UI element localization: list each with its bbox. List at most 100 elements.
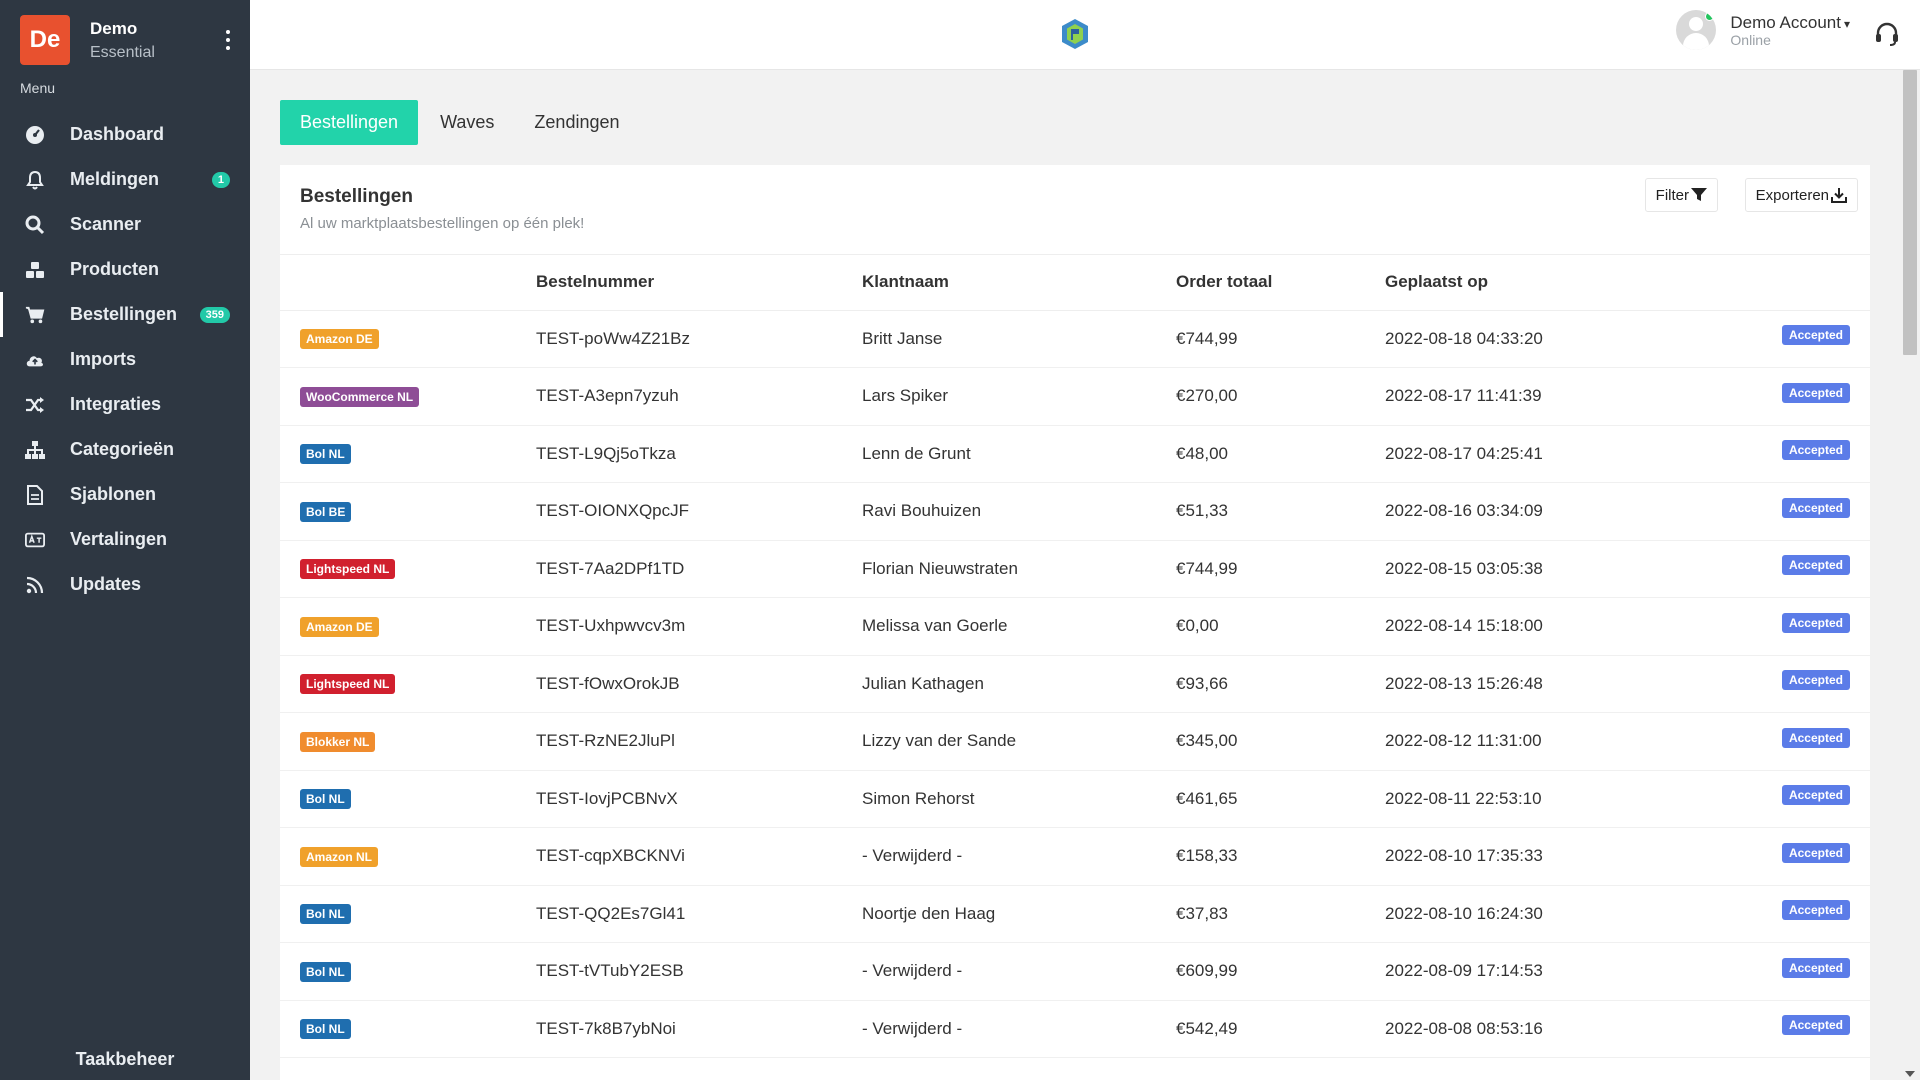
placed-on-cell: 2022-08-09 17:14:53 (1385, 942, 1705, 1001)
filter-button[interactable]: Filter (1644, 178, 1718, 212)
order-total-cell: €37,83 (1176, 885, 1385, 943)
bell-icon (25, 170, 45, 190)
order-total-cell: €51,33 (1176, 482, 1385, 541)
table-row[interactable]: WooCommerce NL TEST-A3epn7yzuh Lars Spiker… (280, 367, 1870, 426)
sidebar-item-label: Scanner (70, 214, 142, 234)
source-cell: Bol NL (280, 885, 536, 943)
cart-icon (25, 305, 45, 325)
sidebar-item-meldingen[interactable]: Meldingen 1 (0, 157, 250, 202)
source-cell: Lightspeed NL (280, 655, 536, 713)
order-number-cell: TEST-tVTubY2ESB (536, 942, 862, 1001)
status-cell: Accepted (1705, 425, 1870, 483)
order-total-cell: €461,65 (1176, 770, 1385, 828)
sidebar-item-updates[interactable]: Updates (0, 562, 250, 607)
order-number-cell: TEST-IovjPCBNvX (536, 770, 862, 828)
table-row[interactable]: Lightspeed NL TEST-7Aa2DPf1TD Florian Nieu… (280, 540, 1870, 598)
order-number-cell: TEST-A3epn7yzuh (536, 367, 862, 426)
app-logo-icon[interactable] (1060, 18, 1090, 50)
headset-support-icon[interactable] (1874, 21, 1900, 47)
dashboard-icon (25, 125, 45, 145)
task-manager-link[interactable]: Taakbeheer (0, 1049, 250, 1070)
marketplace-badge: Bol NL (300, 444, 351, 465)
customer-name-cell: Lars Spiker (862, 367, 1176, 426)
table-row[interactable]: Amazon NL TEST-cqpXBCKNVi - Verwijderd - €1… (280, 827, 1870, 886)
column-header-order-total[interactable]: Order totaal (1176, 255, 1385, 311)
source-cell: Lightspeed NL (280, 540, 536, 598)
status-badge: Accepted (1781, 957, 1850, 978)
status-badge: Accepted (1781, 727, 1850, 748)
source-cell: Amazon NL (280, 827, 536, 886)
scrollbar-thumb[interactable] (1903, 70, 1917, 355)
customer-name-cell: - Verwijderd - (862, 827, 1176, 886)
status-badge: Accepted (1781, 785, 1850, 806)
caret-down-icon: ▾ (1843, 17, 1850, 31)
filter-icon (1691, 188, 1707, 201)
source-cell: WooCommerce NL (280, 367, 536, 426)
customer-name-cell: Noortje den Haag (862, 885, 1176, 943)
column-header-order-number[interactable]: Bestelnummer (536, 255, 862, 311)
filter-label: Filter (1655, 186, 1689, 204)
sidebar-item-label: Bestellingen (70, 304, 178, 324)
table-row[interactable]: Bol NL TEST-L9Qj5oTkza Lenn de Grunt €48,00… (280, 425, 1870, 483)
page-scrollbar[interactable] (1900, 70, 1920, 1080)
sidebar-item-imports[interactable]: Imports (0, 337, 250, 382)
order-total-cell: €542,49 (1176, 1000, 1385, 1058)
search-icon (25, 215, 45, 235)
tab-waves[interactable]: Waves (420, 100, 514, 145)
brand-logo[interactable]: De (20, 15, 70, 65)
source-cell: Bol NL (280, 1000, 536, 1058)
order-total-cell: €0,00 (1176, 597, 1385, 656)
status-cell: Accepted (1705, 770, 1870, 828)
orders-count-badge: 359 (199, 307, 230, 323)
column-header-placed-on[interactable]: Geplaatst op (1385, 255, 1705, 311)
status-cell: Accepted (1705, 540, 1870, 598)
marketplace-badge: Amazon DE (300, 329, 379, 350)
orders-table-body: Amazon DE TEST-poWw4Z21Bz Britt Janse €744,… (280, 310, 1870, 1058)
status-cell: Accepted (1705, 367, 1870, 426)
marketplace-badge: Bol NL (300, 789, 351, 810)
download-icon (1831, 187, 1847, 203)
order-total-cell: €48,00 (1176, 425, 1385, 483)
sidebar-item-vertalingen[interactable]: Vertalingen (0, 517, 250, 562)
scroll-down-arrow-icon[interactable] (1905, 1071, 1915, 1077)
account-menu[interactable]: Demo Account ▾ Online (1676, 10, 1850, 50)
placed-on-cell: 2022-08-17 11:41:39 (1385, 367, 1705, 426)
tab-bestellingen[interactable]: Bestellingen (280, 100, 419, 145)
sidebar-item-dashboard[interactable]: Dashboard (0, 112, 250, 157)
table-row[interactable]: Blokker NL TEST-RzNE2JluPl Lizzy van der S… (280, 712, 1870, 771)
card-subtitle: Al uw marktplaatsbestellingen op één ple… (300, 215, 585, 232)
account-info: Demo Account ▾ Online (1730, 13, 1850, 47)
table-row[interactable]: Bol NL TEST-tVTubY2ESB - Verwijderd - €609,… (280, 942, 1870, 1001)
order-number-cell: TEST-Uxhpwvcv3m (536, 597, 862, 656)
status-cell: Accepted (1705, 942, 1870, 1001)
sidebar-item-producten[interactable]: Producten (0, 247, 250, 292)
table-row[interactable]: Bol NL TEST-IovjPCBNvX Simon Rehorst €461,6… (280, 770, 1870, 828)
sidebar-item-scanner[interactable]: Scanner (0, 202, 250, 247)
brand: De Demo Essential (0, 0, 250, 80)
table-row[interactable]: Amazon DE TEST-poWw4Z21Bz Britt Janse €744,… (280, 310, 1870, 368)
table-row[interactable]: Lightspeed NL TEST-fOwxOrokJB Julian Katha… (280, 655, 1870, 713)
marketplace-badge: Bol NL (300, 1019, 351, 1040)
export-label: Exporteren (1755, 186, 1829, 204)
customer-name-cell: Florian Nieuwstraten (862, 540, 1176, 598)
sidebar-item-bestellingen[interactable]: Bestellingen 359 (0, 292, 250, 337)
sidebar-item-categorieen[interactable]: Categorieën (0, 427, 250, 472)
sidebar-item-integraties[interactable]: Integraties (0, 382, 250, 427)
status-cell: Accepted (1705, 482, 1870, 541)
tab-zendingen[interactable]: Zendingen (514, 100, 639, 145)
export-button[interactable]: Exporteren (1744, 178, 1858, 212)
placed-on-cell: 2022-08-11 22:53:10 (1385, 770, 1705, 828)
sidebar-item-sjablonen[interactable]: Sjablonen (0, 472, 250, 517)
source-cell: Blokker NL (280, 712, 536, 771)
brand-name: Demo (90, 18, 138, 38)
table-row[interactable]: Amazon DE TEST-Uxhpwvcv3m Melissa van Goer… (280, 597, 1870, 656)
column-header-customer-name[interactable]: Klantnaam (862, 255, 1176, 311)
more-options-icon[interactable] (224, 30, 232, 50)
source-cell: Bol NL (280, 770, 536, 828)
customer-name-cell: Simon Rehorst (862, 770, 1176, 828)
sidebar-item-label: Meldingen (70, 169, 159, 189)
table-row[interactable]: Bol NL TEST-7k8B7ybNoi - Verwijderd - €542,… (280, 1000, 1870, 1058)
status-badge: Accepted (1781, 497, 1850, 518)
table-row[interactable]: Bol NL TEST-QQ2Es7Gl41 Noortje den Haag €37… (280, 885, 1870, 943)
table-row[interactable]: Bol BE TEST-OIONXQpcJF Ravi Bouhuizen €51,3… (280, 482, 1870, 541)
